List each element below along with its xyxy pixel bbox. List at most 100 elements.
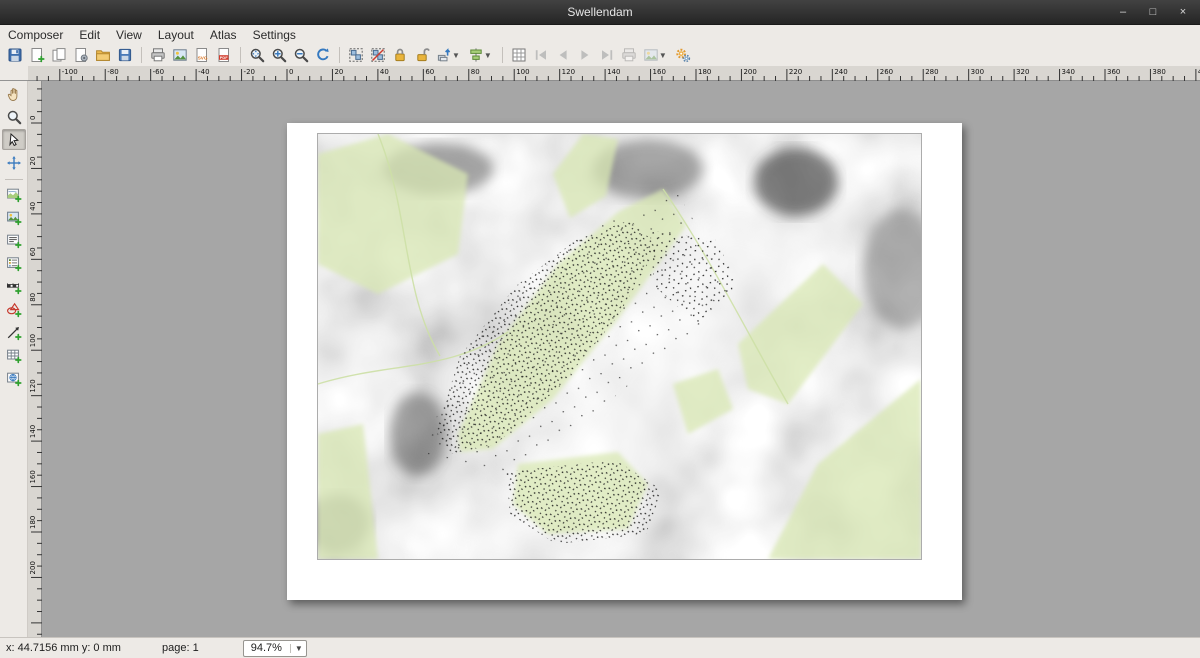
atlas-settings-button[interactable] xyxy=(672,45,694,66)
page-svg-icon: SVG xyxy=(194,47,210,63)
svg-text:180: 180 xyxy=(698,68,711,76)
svg-text:240: 240 xyxy=(834,68,847,76)
load-from-template-button[interactable] xyxy=(92,45,114,66)
map-item[interactable] xyxy=(318,134,921,559)
folder-icon xyxy=(95,47,111,63)
menu-view[interactable]: View xyxy=(108,26,150,44)
save-project-button[interactable] xyxy=(4,45,26,66)
legend-add-icon xyxy=(6,256,22,272)
chevron-down-icon: ▼ xyxy=(290,644,303,653)
zoom-out-icon xyxy=(293,47,309,63)
gears-icon xyxy=(675,47,691,63)
new-composer-button[interactable] xyxy=(26,45,48,66)
zoom-tool-button[interactable] xyxy=(2,106,26,127)
refresh-icon xyxy=(315,47,331,63)
toolbar-separator xyxy=(339,47,340,63)
composer-page[interactable] xyxy=(287,123,962,600)
window-title: Swellendam xyxy=(567,5,632,19)
hand-icon xyxy=(6,86,22,102)
raise-selected-items-combo[interactable]: ▼ xyxy=(433,45,463,66)
duplicate-composer-button[interactable] xyxy=(48,45,70,66)
svg-text:140: 140 xyxy=(29,425,37,438)
group-icon xyxy=(348,47,364,63)
menu-composer[interactable]: Composer xyxy=(0,26,71,44)
unlock-all-items-button[interactable] xyxy=(411,45,433,66)
item-toolbar xyxy=(0,81,28,637)
atlas-last-feature-button xyxy=(596,45,618,66)
svg-text:0: 0 xyxy=(289,68,293,76)
svg-text:300: 300 xyxy=(971,68,984,76)
svg-text:80: 80 xyxy=(471,68,480,76)
pan-tool-button[interactable] xyxy=(2,83,26,104)
zoom-full-button[interactable] xyxy=(246,45,268,66)
image-add-icon xyxy=(6,210,22,226)
export-as-pdf-button[interactable]: PDF xyxy=(213,45,235,66)
toolbar: SVG PDF ▼ ▼ ▼ xyxy=(0,44,1200,66)
svg-text:160: 160 xyxy=(29,470,37,483)
svg-text:-60: -60 xyxy=(153,68,164,76)
svg-text:180: 180 xyxy=(29,516,37,529)
add-image-button[interactable] xyxy=(2,207,26,228)
refresh-view-button[interactable] xyxy=(312,45,334,66)
title-bar: Swellendam – □ × xyxy=(0,0,1200,25)
composer-window: Swellendam – □ × ComposerEditViewLayoutA… xyxy=(0,0,1200,658)
svg-text:380: 380 xyxy=(1152,68,1165,76)
image-icon xyxy=(172,47,188,63)
svg-text:60: 60 xyxy=(29,247,37,256)
add-arrow-button[interactable] xyxy=(2,322,26,343)
page-new-icon xyxy=(29,47,45,63)
maximize-button[interactable]: □ xyxy=(1146,0,1160,25)
move-item-content-tool-button[interactable] xyxy=(2,152,26,173)
save-icon xyxy=(7,47,23,63)
align-icon xyxy=(468,47,484,63)
group-items-button[interactable] xyxy=(345,45,367,66)
chevron-down-icon[interactable]: ▼ xyxy=(452,51,460,60)
zoom-in-button[interactable] xyxy=(268,45,290,66)
export-as-svg-button[interactable]: SVG xyxy=(191,45,213,66)
atlas-preview-button[interactable] xyxy=(508,45,530,66)
ungroup-items-button[interactable] xyxy=(367,45,389,66)
menu-atlas[interactable]: Atlas xyxy=(202,26,245,44)
align-selected-items-combo[interactable]: ▼ xyxy=(465,45,495,66)
zoom-out-button[interactable] xyxy=(290,45,312,66)
close-button[interactable]: × xyxy=(1176,0,1190,25)
export-atlas-combo[interactable]: ▼ xyxy=(640,45,670,66)
add-html-frame-button[interactable] xyxy=(2,368,26,389)
select-move-item-tool-button[interactable] xyxy=(2,129,26,150)
zoom-level-select[interactable]: 94.7% ▼ xyxy=(243,640,307,657)
nav-last-icon xyxy=(599,47,615,63)
add-attribute-table-button[interactable] xyxy=(2,345,26,366)
lock-selected-items-button[interactable] xyxy=(389,45,411,66)
svg-text:360: 360 xyxy=(1107,68,1120,76)
composer-manager-button[interactable] xyxy=(70,45,92,66)
minimize-button[interactable]: – xyxy=(1116,0,1130,25)
menu-layout[interactable]: Layout xyxy=(150,26,202,44)
zoom-level-value: 94.7% xyxy=(251,642,282,654)
status-bar: x: 44.7156 mm y: 0 mm page: 1 94.7% ▼ xyxy=(0,637,1200,658)
print-button[interactable] xyxy=(147,45,169,66)
ungroup-icon xyxy=(370,47,386,63)
ruler-corner xyxy=(0,66,28,81)
add-new-legend-button[interactable] xyxy=(2,253,26,274)
tool-separator xyxy=(5,179,23,180)
svg-text:60: 60 xyxy=(425,68,434,76)
svg-text:SVG: SVG xyxy=(198,55,208,60)
atlas-previous-feature-button xyxy=(552,45,574,66)
export-as-image-button[interactable] xyxy=(169,45,191,66)
print-icon xyxy=(150,47,166,63)
add-new-map-button[interactable] xyxy=(2,184,26,205)
zoom-full-icon xyxy=(249,47,265,63)
add-basic-shape-button[interactable] xyxy=(2,299,26,320)
add-new-scalebar-button[interactable] xyxy=(2,276,26,297)
menu-settings[interactable]: Settings xyxy=(245,26,304,44)
svg-text:40: 40 xyxy=(29,202,37,211)
chevron-down-icon[interactable]: ▼ xyxy=(484,51,492,60)
page-pdf-icon: PDF xyxy=(216,47,232,63)
page-gear-icon xyxy=(73,47,89,63)
save-as-template-button[interactable] xyxy=(114,45,136,66)
label-add-icon xyxy=(6,233,22,249)
add-new-label-button[interactable] xyxy=(2,230,26,251)
map-add-icon xyxy=(6,187,22,203)
svg-text:220: 220 xyxy=(789,68,802,76)
menu-edit[interactable]: Edit xyxy=(71,26,108,44)
